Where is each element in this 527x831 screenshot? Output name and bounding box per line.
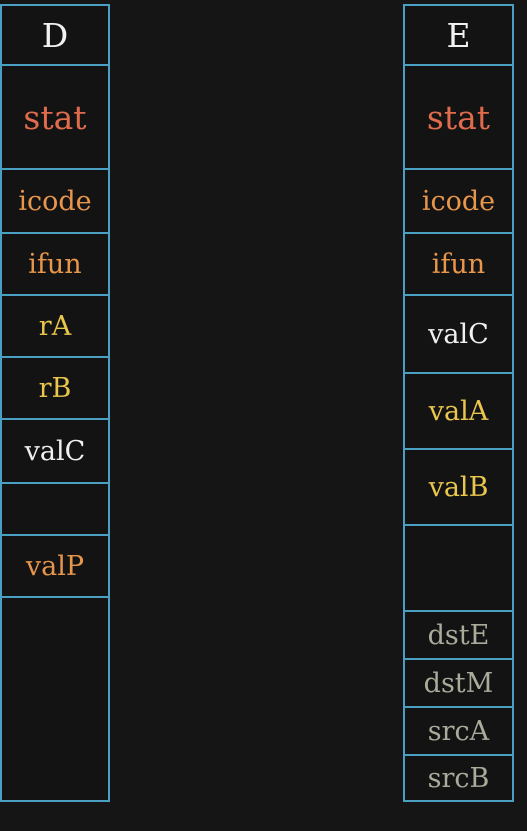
pipeline-register-d: D stat icode ifun rA rB valC valP [0,4,110,802]
stage-e-srcb: srcB [427,762,490,794]
stage-d-empty-slot [2,484,108,534]
stage-d-stat: stat [23,97,87,137]
stage-e-icode: icode [421,185,496,217]
stage-e-valc: valC [428,318,489,350]
stage-d-ra: rA [38,310,72,342]
stage-e-title: E [446,15,471,55]
stage-e-valb: valB [428,471,489,503]
stage-d-ifun: ifun [28,248,82,280]
stage-e-stat: stat [426,97,491,137]
stage-d-empty-space [2,598,108,800]
stage-e-ifun: ifun [431,248,486,280]
stage-d-valp: valP [25,550,85,582]
stage-e-dstm: dstM [423,667,494,699]
pipeline-register-e: E stat icode ifun valC valA valB dstE ds… [403,4,514,802]
stage-e-empty-slot [405,526,512,610]
stage-d-valc: valC [24,435,86,467]
stage-d-title: D [41,15,69,55]
stage-e-srca: srcA [427,715,490,747]
stage-d-rb: rB [38,372,72,404]
stage-e-vala: valA [428,395,489,427]
stage-e-dste: dstE [427,619,490,651]
stage-d-icode: icode [18,185,92,217]
